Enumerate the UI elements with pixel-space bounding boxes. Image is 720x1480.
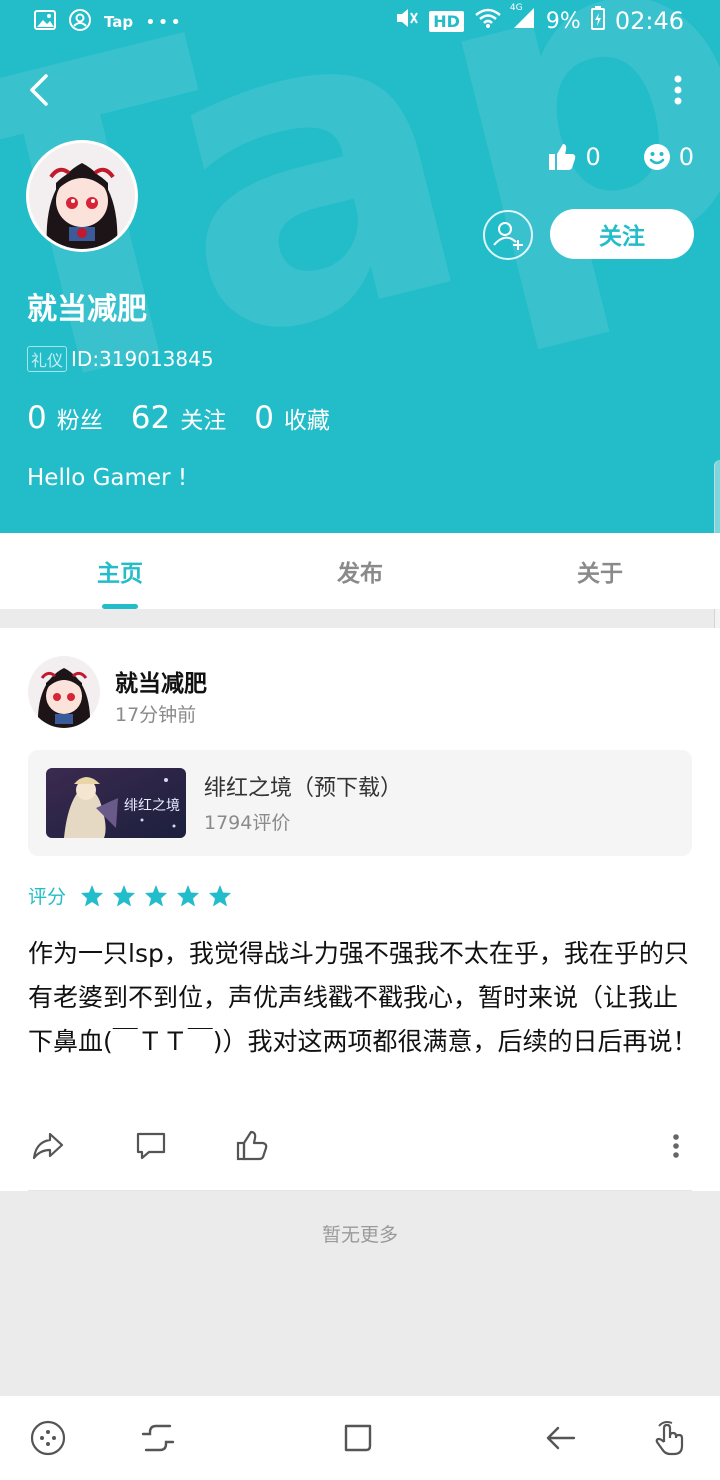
add-user-icon — [493, 222, 523, 250]
post-more-button[interactable] — [670, 1128, 682, 1164]
end-of-list-text: 暂无更多 — [321, 1224, 398, 1246]
hd-badge: HD — [429, 10, 464, 32]
comment-button[interactable] — [133, 1128, 169, 1164]
tab-posts[interactable]: 发布 — [240, 533, 480, 609]
review-text: 作为一只lsp，我觉得战斗力强不强我不太在乎，我在乎的只有老婆到不到位，声优声线… — [28, 939, 698, 1056]
wifi-icon — [474, 7, 502, 35]
mute-vibrate-icon — [395, 7, 419, 35]
following-count[interactable]: 62 — [131, 400, 170, 436]
game-review-count: 1794评价 — [204, 812, 291, 834]
battery-percent: 9% — [545, 8, 581, 34]
taptap-watermark: apTap — [0, 0, 720, 533]
profile-header: apTap Tap ••• HD 4G 9% 02:46 0 0 关注 就当减肥… — [0, 0, 720, 533]
overflow-dots-icon: ••• — [145, 11, 184, 33]
signal-icon: 4G — [510, 3, 536, 35]
game-thumbnail: 绯红之境 — [46, 768, 186, 838]
like-button[interactable] — [234, 1128, 270, 1164]
game-title: 绯红之境（预下载） — [204, 776, 403, 801]
home-icon — [344, 1424, 372, 1452]
more-vertical-icon — [673, 1134, 679, 1158]
post-author-avatar[interactable] — [28, 656, 100, 728]
touch-assist-button[interactable] — [650, 1418, 690, 1458]
star-icon — [177, 884, 200, 906]
rating-row: 评分 — [28, 882, 232, 909]
thumbs-up-icon — [549, 144, 576, 170]
profile-reactions: 0 0 — [547, 142, 694, 172]
add-friend-button[interactable] — [483, 210, 533, 260]
star-icon — [145, 884, 168, 906]
profile-tabs: 主页 发布 关于 — [0, 533, 720, 609]
thumbs-up-icon — [236, 1130, 268, 1161]
share-icon — [32, 1132, 64, 1160]
smile-icon — [643, 144, 670, 170]
following-label[interactable]: 关注 — [180, 401, 226, 435]
back-nav-button[interactable] — [540, 1418, 580, 1458]
clock: 02:46 — [614, 7, 684, 35]
post-author-name[interactable]: 就当减肥 — [115, 664, 207, 698]
etiquette-badge: 礼仪 — [27, 346, 68, 372]
post-timestamp: 17分钟前 — [115, 704, 197, 726]
gamepad-icon — [30, 1420, 66, 1456]
status-bar: Tap ••• HD 4G 9% 02:46 — [0, 0, 720, 40]
rating-label: 评分 — [28, 886, 67, 908]
game-tools-button[interactable] — [28, 1418, 68, 1458]
followers-label[interactable]: 粉丝 — [57, 401, 103, 435]
more-options-button[interactable] — [672, 75, 684, 105]
user-id: ID:319013845 — [71, 347, 214, 371]
tab-indicator — [102, 604, 138, 609]
profile-username: 就当减肥 — [27, 292, 147, 327]
favorites-label[interactable]: 收藏 — [284, 401, 330, 435]
avatar-image — [29, 143, 135, 249]
touch-hand-icon — [655, 1421, 684, 1456]
home-button[interactable] — [338, 1418, 378, 1458]
recent-apps-button[interactable] — [138, 1418, 178, 1458]
smiles-stat[interactable]: 0 — [643, 143, 694, 171]
profile-counts: 0 粉丝 62 关注 0 收藏 — [27, 400, 358, 436]
comment-icon — [136, 1132, 166, 1160]
tap-app-label: Tap — [104, 13, 134, 31]
review-post-card[interactable]: 就当减肥 17分钟前 绯红之境 绯红之境（预下载） 1794评价 评分 作为一只… — [0, 628, 720, 1191]
system-navigation-bar — [0, 1396, 720, 1480]
recent-apps-icon — [141, 1424, 175, 1452]
more-vertical-icon — [674, 75, 682, 105]
likes-count: 0 — [585, 143, 601, 171]
chevron-left-icon — [30, 74, 48, 106]
profile-avatar[interactable] — [26, 140, 138, 252]
game-link-card[interactable]: 绯红之境 绯红之境（预下载） 1794评价 — [28, 750, 692, 856]
divider — [28, 1190, 692, 1191]
likes-stat[interactable]: 0 — [547, 142, 601, 172]
avatar-image — [28, 656, 100, 728]
account-icon — [68, 8, 92, 36]
star-icon — [113, 884, 136, 906]
tab-home[interactable]: 主页 — [0, 533, 240, 609]
followers-count[interactable]: 0 — [27, 400, 47, 436]
smiles-count: 0 — [678, 143, 694, 171]
tab-about[interactable]: 关于 — [480, 533, 720, 609]
back-arrow-icon — [546, 1426, 576, 1450]
user-id-row: 礼仪 ID:319013845 — [27, 346, 214, 372]
battery-icon — [590, 6, 605, 36]
profile-bio: Hello Gamer ! — [27, 465, 188, 491]
gallery-icon — [34, 10, 56, 34]
post-actions — [0, 1128, 720, 1168]
back-button[interactable] — [20, 70, 60, 110]
star-icon — [209, 884, 232, 906]
follow-button[interactable]: 关注 — [550, 209, 694, 259]
share-button[interactable] — [30, 1128, 66, 1164]
star-icon — [81, 884, 104, 906]
svg-text:绯红之境: 绯红之境 — [124, 798, 180, 814]
favorites-count[interactable]: 0 — [254, 400, 274, 436]
